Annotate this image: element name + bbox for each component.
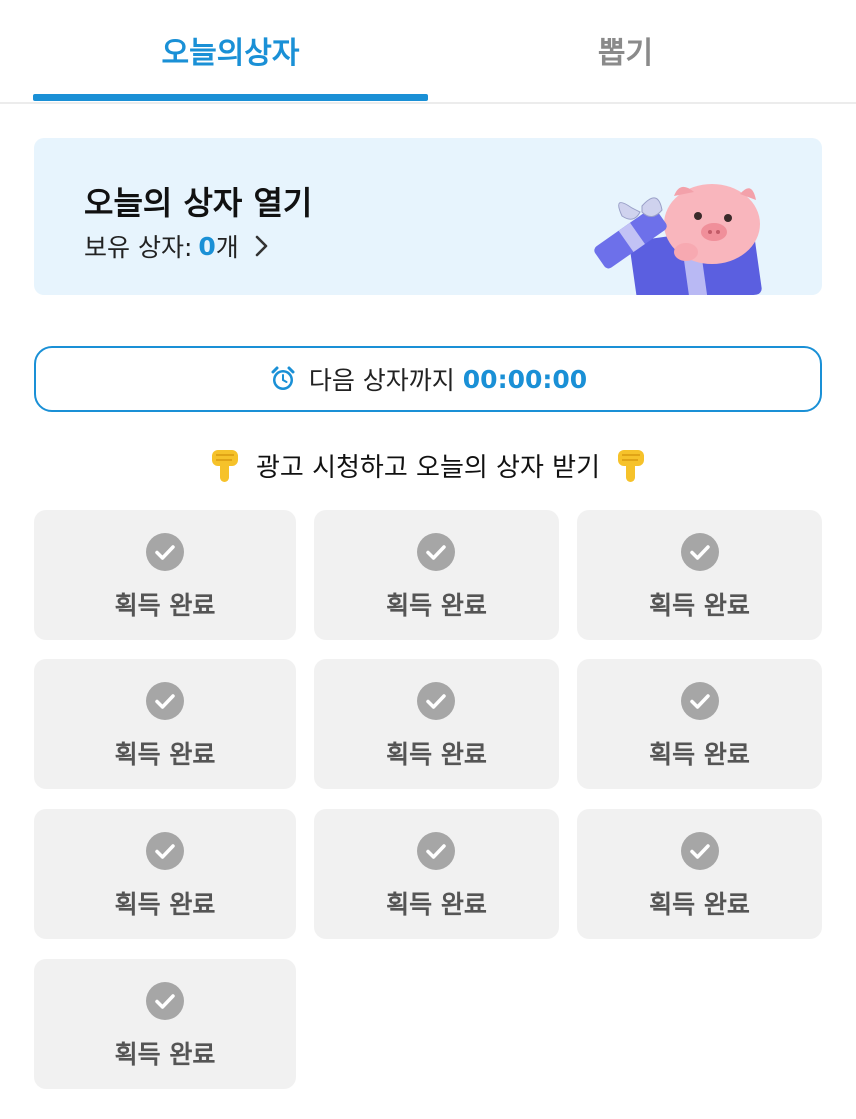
timer-value: 00:00:00 bbox=[462, 364, 588, 394]
timer-label: 다음 상자까지 bbox=[308, 366, 455, 395]
box-status-label: 획득 완료 bbox=[649, 591, 750, 620]
ad-box-item[interactable]: 획득 완료 bbox=[577, 809, 822, 939]
banner-title: 오늘의 상자 열기 bbox=[84, 184, 313, 222]
ad-box-item[interactable]: 획득 완료 bbox=[314, 809, 559, 939]
checkmark-circle-icon bbox=[146, 832, 184, 870]
box-status-label: 획득 완료 bbox=[649, 740, 750, 769]
ad-box-item[interactable]: 획득 완료 bbox=[34, 809, 296, 939]
checkmark-circle-icon bbox=[146, 533, 184, 571]
active-tab-indicator bbox=[33, 94, 428, 101]
box-status-label: 획득 완료 bbox=[114, 591, 216, 620]
chevron-right-icon bbox=[255, 235, 268, 257]
checkmark-circle-icon bbox=[417, 832, 455, 870]
box-status-label: 획득 완료 bbox=[649, 890, 750, 919]
checkmark-circle-icon bbox=[681, 682, 719, 720]
box-status-label: 획득 완료 bbox=[114, 740, 216, 769]
alarm-clock-icon bbox=[271, 366, 295, 390]
checkmark-circle-icon bbox=[681, 533, 719, 571]
owned-box-unit: 개 bbox=[215, 233, 239, 262]
box-status-label: 획득 완료 bbox=[386, 591, 487, 620]
tab-draw[interactable]: 뽑기 bbox=[428, 0, 823, 100]
ad-section-text: 광고 시청하고 오늘의 상자 받기 bbox=[255, 452, 601, 483]
tab-bar: 오늘의상자 뽑기 bbox=[0, 0, 856, 104]
ad-box-item[interactable]: 획득 완료 bbox=[34, 659, 296, 789]
ad-box-item[interactable]: 획득 완료 bbox=[34, 959, 296, 1089]
ad-box-item[interactable]: 획득 완료 bbox=[314, 510, 559, 640]
box-status-label: 획득 완료 bbox=[386, 890, 487, 919]
checkmark-circle-icon bbox=[417, 533, 455, 571]
owned-box-link[interactable]: 보유 상자: 0 개 bbox=[84, 228, 273, 264]
checkmark-circle-icon bbox=[417, 682, 455, 720]
ad-section-title: 광고 시청하고 오늘의 상자 받기 bbox=[0, 440, 856, 490]
owned-box-label: 보유 상자: bbox=[84, 233, 193, 262]
open-box-banner[interactable]: 오늘의 상자 열기 보유 상자: 0 개 bbox=[34, 138, 822, 295]
ad-box-item[interactable]: 획득 완료 bbox=[314, 659, 559, 789]
tab-today-box[interactable]: 오늘의상자 bbox=[33, 0, 428, 100]
ad-box-item[interactable]: 획득 완료 bbox=[577, 659, 822, 789]
checkmark-circle-icon bbox=[146, 682, 184, 720]
box-status-label: 획득 완료 bbox=[114, 1040, 216, 1069]
checkmark-circle-icon bbox=[146, 982, 184, 1020]
ad-box-item[interactable]: 획득 완료 bbox=[577, 510, 822, 640]
next-box-timer: 다음 상자까지 00:00:00 bbox=[34, 346, 822, 412]
pointing-down-hand-icon bbox=[211, 450, 238, 482]
checkmark-circle-icon bbox=[681, 832, 719, 870]
pig-gift-box-illustration bbox=[594, 184, 762, 295]
owned-box-count: 0 bbox=[198, 231, 216, 261]
ad-box-item[interactable]: 획득 완료 bbox=[34, 510, 296, 640]
box-status-label: 획득 완료 bbox=[386, 740, 487, 769]
box-status-label: 획득 완료 bbox=[114, 890, 216, 919]
pointing-down-hand-icon bbox=[618, 450, 645, 482]
